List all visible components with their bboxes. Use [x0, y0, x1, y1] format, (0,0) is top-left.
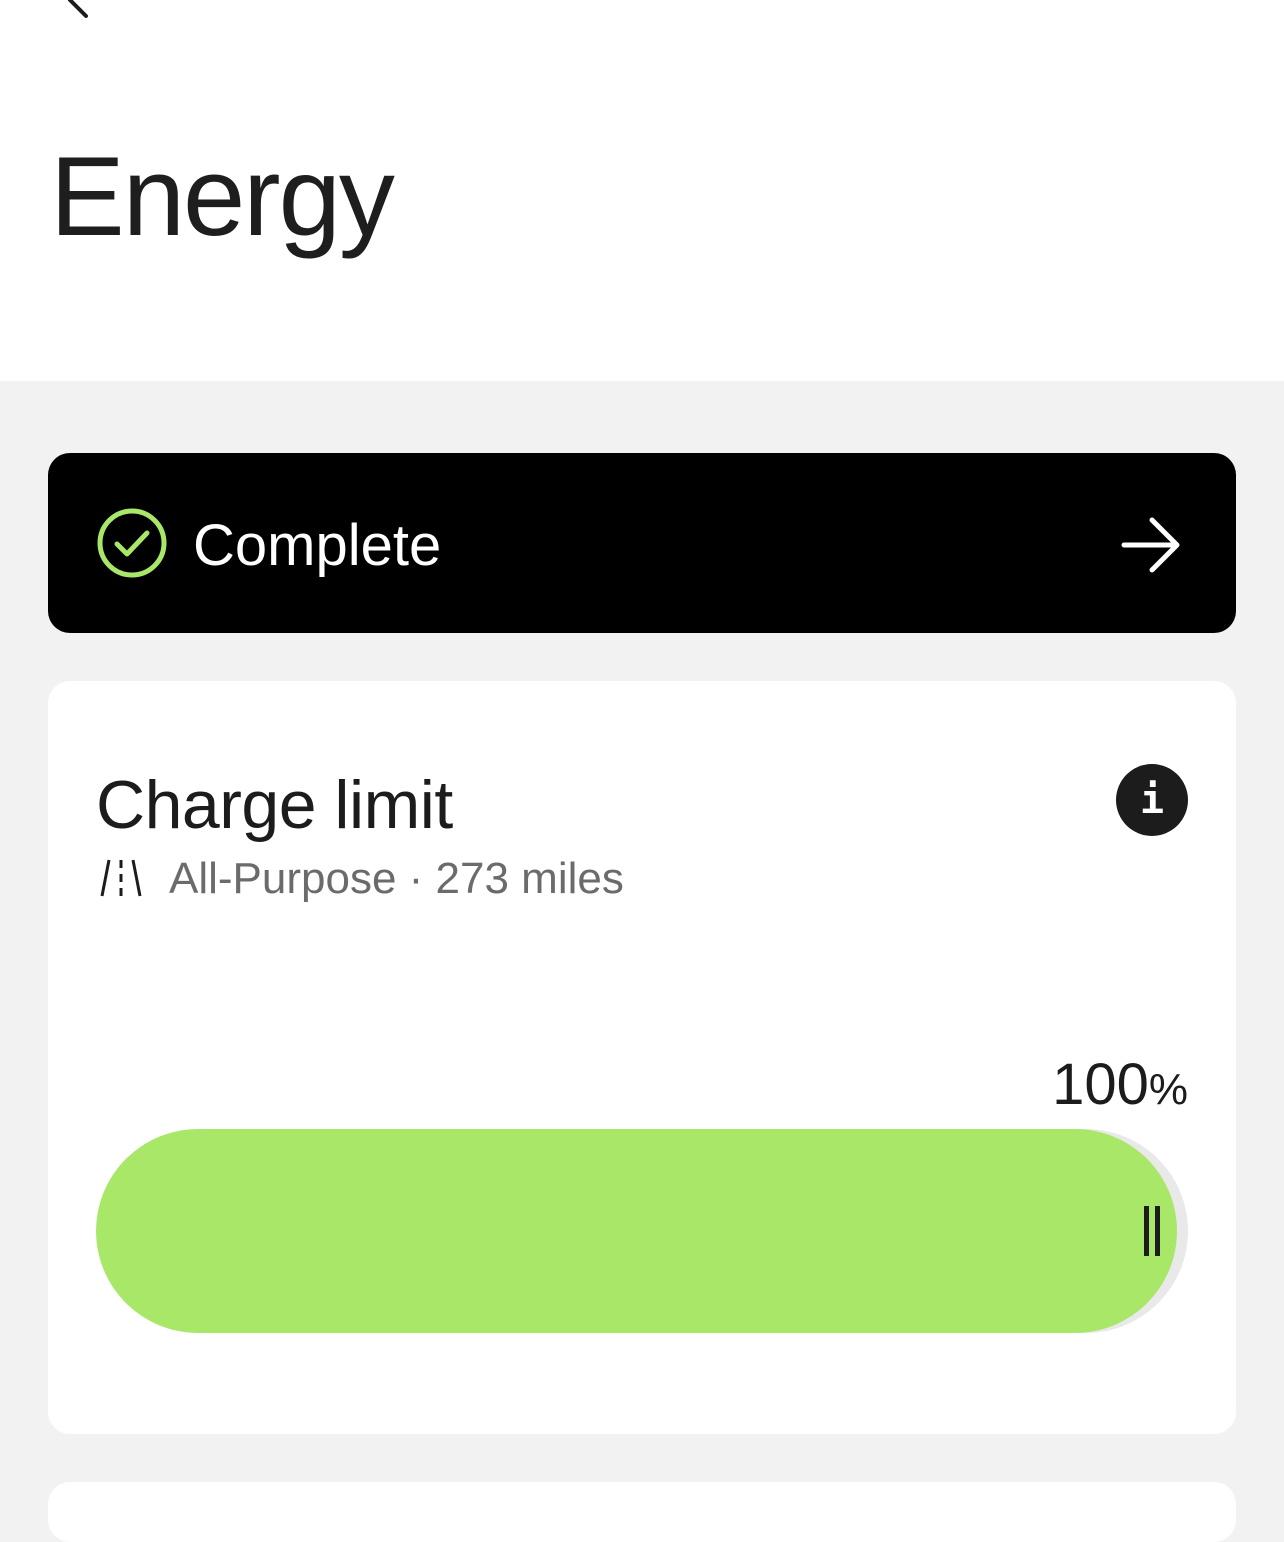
mode-range-text: All-Purpose · 273 miles [169, 854, 624, 903]
road-icon [100, 859, 142, 897]
charge-limit-fill [96, 1129, 1177, 1333]
status-label: Complete [193, 513, 442, 578]
charge-limit-slider[interactable] [96, 1129, 1188, 1333]
header: Energy [0, 0, 1284, 381]
charge-limit-title: Charge limit [96, 767, 453, 843]
charge-limit-percent: 100% [1052, 1052, 1188, 1123]
percent-unit: % [1148, 1065, 1188, 1114]
drag-handle-icon[interactable] [1140, 1206, 1164, 1256]
arrow-right-icon[interactable] [1118, 512, 1184, 578]
info-button[interactable]: i [1116, 764, 1188, 836]
back-button[interactable] [58, 0, 102, 22]
next-card [48, 1482, 1236, 1542]
info-icon: i [1139, 777, 1165, 823]
chevron-left-icon [68, 0, 88, 18]
page-title: Energy [50, 134, 395, 259]
percent-value: 100 [1052, 1052, 1149, 1117]
check-circle-icon [97, 508, 167, 578]
